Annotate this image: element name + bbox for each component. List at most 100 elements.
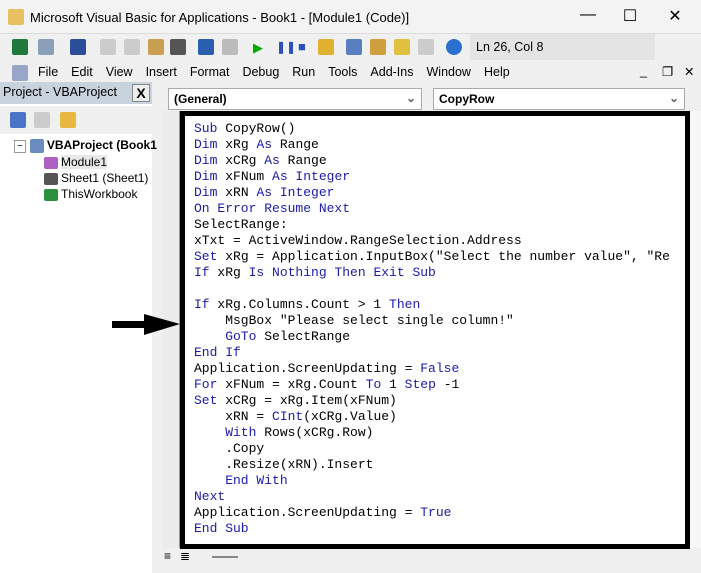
- menu-help[interactable]: Help: [484, 65, 510, 79]
- code-keyword: Next: [194, 489, 226, 504]
- full-module-view-icon[interactable]: ≣: [180, 549, 190, 563]
- code-line: If xRg Is Nothing Then Exit Sub: [194, 265, 685, 281]
- code-text: SelectRange: [264, 329, 351, 344]
- menu-edit[interactable]: Edit: [71, 65, 93, 79]
- insert-module-icon[interactable]: [38, 39, 54, 55]
- chevron-down-icon: ⌄: [668, 91, 679, 105]
- code-line: End With: [194, 473, 685, 489]
- design-mode-icon[interactable]: [318, 39, 334, 55]
- reset-icon[interactable]: ■: [298, 39, 306, 54]
- menu-insert[interactable]: Insert: [146, 65, 177, 79]
- code-text: .Resize(xRN).Insert: [194, 457, 374, 472]
- object-dropdown[interactable]: (General) ⌄: [168, 88, 422, 110]
- code-line: For xFNum = xRg.Count To 1 Step -1: [194, 377, 685, 393]
- code-text: xRg = Application.InputBox("Select the n…: [225, 249, 670, 264]
- maximize-button[interactable]: ☐: [610, 6, 650, 26]
- code-keyword: Dim: [194, 137, 226, 152]
- code-text: xRN =: [194, 409, 273, 424]
- child-minimize-button[interactable]: _: [640, 64, 647, 78]
- code-text: xTxt = ActiveWindow.RangeSelection.Addre…: [194, 233, 522, 248]
- code-line: Dim xRg As Range: [194, 137, 685, 153]
- redo-icon[interactable]: [222, 39, 238, 55]
- save-icon[interactable]: [70, 39, 86, 55]
- window-title: Microsoft Visual Basic for Applications …: [30, 10, 410, 25]
- project-icon: [29, 138, 44, 153]
- code-keyword: GoTo: [194, 329, 265, 344]
- tree-item-vbaproject[interactable]: − VBAProject (Book1: [14, 138, 157, 155]
- paste-icon[interactable]: [148, 39, 164, 55]
- project-close-button[interactable]: X: [132, 84, 150, 102]
- code-keyword: If: [194, 297, 218, 312]
- run-icon[interactable]: ▶: [253, 40, 263, 56]
- vba-menu-icon[interactable]: [12, 65, 28, 81]
- object-browser-icon[interactable]: [394, 39, 410, 55]
- code-text: xRN: [225, 185, 257, 200]
- code-line: End If: [194, 345, 685, 361]
- cut-icon[interactable]: [100, 39, 116, 55]
- undo-icon[interactable]: [198, 39, 214, 55]
- code-keyword: Is Nothing Then Exit Sub: [248, 265, 436, 280]
- toolbox-icon[interactable]: [418, 39, 434, 55]
- code-keyword: For: [194, 377, 226, 392]
- find-icon[interactable]: [170, 39, 186, 55]
- help-icon[interactable]: [446, 39, 462, 55]
- code-keyword: If: [194, 265, 218, 280]
- code-line: With Rows(xCRg.Row): [194, 425, 685, 441]
- code-text: xRg: [225, 137, 257, 152]
- view-code-icon[interactable]: [10, 112, 26, 128]
- code-footer: ≡ ≣: [162, 549, 701, 566]
- tree-item-module1[interactable]: Module1: [14, 155, 157, 171]
- project-explorer-icon[interactable]: [346, 39, 362, 55]
- collapse-icon[interactable]: −: [14, 140, 26, 153]
- code-keyword: Dim: [194, 185, 226, 200]
- code-text: SelectRange:: [194, 217, 288, 232]
- menu-add-ins[interactable]: Add-Ins: [370, 65, 413, 79]
- break-icon[interactable]: ❚❚: [276, 40, 296, 54]
- close-button[interactable]: ✕: [655, 6, 695, 26]
- arrow-right-icon: [112, 314, 180, 335]
- vertical-scrollbar[interactable]: [690, 111, 701, 548]
- code-line: SelectRange:: [194, 217, 685, 233]
- child-restore-button[interactable]: ❐: [662, 64, 673, 79]
- code-keyword: CInt: [272, 409, 304, 424]
- properties-icon[interactable]: [370, 39, 386, 55]
- code-line: Next: [194, 489, 685, 505]
- copy-icon[interactable]: [124, 39, 140, 55]
- menu-window[interactable]: Window: [427, 65, 471, 79]
- toggle-folders-icon[interactable]: [60, 112, 76, 128]
- vba-app-icon: [8, 9, 24, 25]
- code-keyword: To: [365, 377, 390, 392]
- standard-toolbar: ▶ ❚❚ ■ Ln 26, Col 8: [0, 34, 665, 62]
- menu-tools[interactable]: Tools: [328, 65, 357, 79]
- view-object-icon[interactable]: [34, 112, 50, 128]
- module-icon: [44, 156, 58, 169]
- procedure-dropdown[interactable]: CopyRow ⌄: [433, 88, 685, 110]
- view-excel-icon[interactable]: [12, 39, 28, 55]
- menu-file[interactable]: File: [38, 65, 58, 79]
- code-keyword: As Integer: [272, 169, 351, 184]
- horizontal-scrollbar[interactable]: [212, 556, 238, 558]
- menu-view[interactable]: View: [106, 65, 133, 79]
- code-keyword: End Sub: [194, 521, 249, 536]
- tree-item-sheet1[interactable]: Sheet1 (Sheet1): [14, 171, 157, 187]
- child-close-button[interactable]: ✕: [684, 64, 694, 79]
- code-keyword: Set: [194, 393, 226, 408]
- code-window[interactable]: Sub CopyRow() Dim xRg As Range Dim xCRg As…: [180, 111, 690, 549]
- menu-run[interactable]: Run: [292, 65, 315, 79]
- procedure-view-icon[interactable]: ≡: [164, 549, 171, 563]
- code-keyword: Dim: [194, 153, 226, 168]
- menu-format[interactable]: Format: [190, 65, 230, 79]
- menu-debug[interactable]: Debug: [242, 65, 279, 79]
- minimize-button[interactable]: —: [568, 6, 608, 24]
- code-line: If xRg.Columns.Count > 1 Then: [194, 297, 685, 313]
- code-text: xRg: [217, 265, 249, 280]
- code-line: .Copy: [194, 441, 685, 457]
- code-keyword: Step: [404, 377, 444, 392]
- chevron-down-icon: ⌄: [405, 91, 416, 105]
- code-text: Range: [287, 153, 327, 168]
- tree-item-thisworkbook[interactable]: ThisWorkbook: [14, 187, 157, 203]
- code-line: MsgBox "Please select single column!": [194, 313, 685, 329]
- code-keyword: On Error Resume Next: [194, 201, 351, 216]
- code-line: Dim xCRg As Range: [194, 153, 685, 169]
- code-line: GoTo SelectRange: [194, 329, 685, 345]
